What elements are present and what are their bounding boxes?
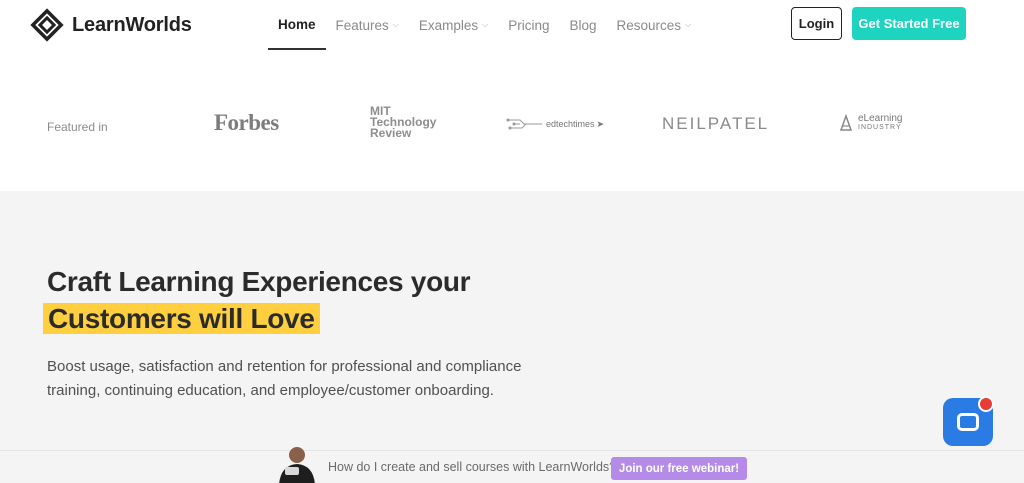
chevron-down-icon: ⌵ xyxy=(685,20,692,29)
nav-home[interactable]: Home xyxy=(268,0,326,50)
mit-line3: Review xyxy=(370,126,412,140)
login-button[interactable]: Login xyxy=(791,7,842,40)
elearning-line1: eLearning xyxy=(858,113,903,124)
nav-blog-label: Blog xyxy=(569,17,597,33)
hero-title-line1: Craft Learning Experiences your xyxy=(47,266,471,297)
nav-resources[interactable]: Resources ⌵ xyxy=(607,0,702,50)
edtechtimes-text: edtechtimes xyxy=(546,119,595,129)
brand-logo[interactable]: LearnWorlds xyxy=(30,8,192,42)
nav-home-label: Home xyxy=(278,16,316,32)
elearning-line2: INDUSTRY xyxy=(858,124,902,131)
brand-name: LearnWorlds xyxy=(72,13,192,36)
get-started-button[interactable]: Get Started Free xyxy=(852,7,966,40)
nav-pricing-label: Pricing xyxy=(508,17,550,33)
neilpatel-logo: NEILPATEL xyxy=(662,114,770,133)
join-webinar-button[interactable]: Join our free webinar! xyxy=(611,457,747,480)
nav-pricing[interactable]: Pricing xyxy=(498,0,559,50)
elearning-industry-logo: eLearning INDUSTRY xyxy=(838,114,902,132)
hero-subtitle: Boost usage, satisfaction and retention … xyxy=(47,358,522,399)
chevron-down-icon: ⌵ xyxy=(392,20,399,29)
nav-examples[interactable]: Examples ⌵ xyxy=(409,0,498,50)
notification-badge xyxy=(978,396,994,412)
featured-label: Featured in xyxy=(47,120,108,134)
hero-title-highlight: Customers will Love xyxy=(43,303,320,334)
chevron-down-icon: ⌵ xyxy=(482,20,489,29)
nav-examples-label: Examples xyxy=(418,17,479,33)
site-header: LearnWorlds Home Features ⌵ Examples ⌵ P… xyxy=(0,0,1024,50)
chat-bubble-icon xyxy=(957,413,979,431)
learnworlds-logo-icon xyxy=(30,8,64,42)
nav-features-label: Features xyxy=(335,17,389,33)
nav-blog[interactable]: Blog xyxy=(560,0,607,50)
hero-section: Craft Learning Experiences your Customer… xyxy=(0,191,1024,450)
edtechtimes-logo: edtechtimes ➤ xyxy=(506,116,604,132)
forbes-logo: Forbes xyxy=(214,110,279,135)
elearning-emblem-icon xyxy=(839,114,853,131)
nav-features[interactable]: Features ⌵ xyxy=(326,0,409,50)
banner-text: How do I create and sell courses with Le… xyxy=(328,460,617,474)
webinar-banner: How do I create and sell courses with Le… xyxy=(0,447,1024,483)
hero-title: Craft Learning Experiences your Customer… xyxy=(43,263,471,337)
circuit-icon xyxy=(506,118,542,130)
presenter-avatar xyxy=(279,447,315,483)
mit-technology-review-logo: MIT Technology Review xyxy=(370,105,436,140)
featured-in-strip: Featured in Forbes MIT Technology Review… xyxy=(0,50,1024,191)
arrow-right-icon: ➤ xyxy=(596,118,605,129)
nav-resources-label: Resources xyxy=(616,17,682,33)
main-nav: Home Features ⌵ Examples ⌵ Pricing Blog … xyxy=(268,0,701,50)
